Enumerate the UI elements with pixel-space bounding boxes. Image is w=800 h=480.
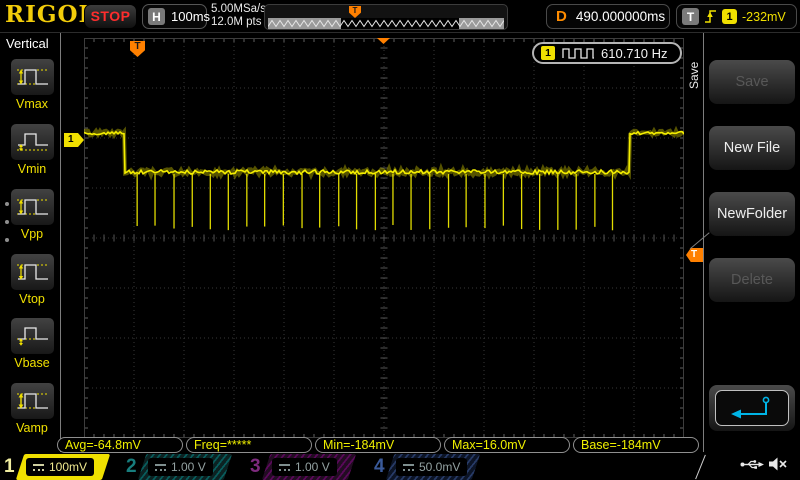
memory-depth: 12.0M pts [211, 16, 266, 29]
delay-readout-box: D 490.000000ms [546, 4, 670, 29]
channel2-scale-value: 1.00 V [171, 460, 206, 474]
vpp-icon [15, 195, 51, 219]
vmax-icon [15, 65, 51, 89]
trigger-source-badge: 1 [722, 9, 737, 24]
dc-coupling-icon [155, 464, 166, 471]
delay-value: 490.000000ms [576, 9, 665, 24]
right-menu-notch [690, 232, 711, 249]
vmin-icon [15, 130, 51, 154]
sample-rate: 5.00MSa/s [211, 3, 266, 16]
acquisition-info: 5.00MSa/s 12.0M pts [211, 3, 266, 29]
channel4-tab[interactable]: 4 [374, 454, 385, 480]
measurement-avg: Avg=-64.8mV [57, 437, 183, 453]
measurement-min: Min=-184mV [315, 437, 441, 453]
oscilloscope-screen: RIGOL STOP H 100ms 5.00MSa/s 12.0M pts T… [0, 0, 800, 480]
delay-icon: D [556, 8, 567, 25]
dc-coupling-icon [33, 464, 44, 471]
channel1-level-marker: 1 [64, 133, 84, 147]
menu-item-vamp-label: Vamp [0, 421, 64, 435]
menu-item-vpp-label: Vpp [0, 227, 64, 241]
vbase-icon [15, 324, 51, 348]
channel1-scale-value: 100mV [49, 460, 87, 474]
dc-coupling-icon [279, 464, 290, 471]
frequency-counter: 1 610.710 Hz [532, 42, 682, 64]
preview-trigger-marker: T [349, 6, 361, 18]
menu-item-vmax-label: Vmax [0, 97, 64, 111]
menu-item-vbase-label: Vbase [0, 356, 64, 370]
channel3-tab[interactable]: 3 [250, 454, 261, 480]
channel2-tab[interactable]: 2 [126, 454, 137, 480]
channel3-scale-value: 1.00 V [295, 460, 330, 474]
channel4-scale-value: 50.0mV [419, 460, 460, 474]
new-file-button[interactable]: New File [708, 125, 796, 171]
delete-button[interactable]: Delete [708, 257, 796, 303]
menu-item-vtop[interactable] [10, 253, 55, 291]
trigger-level-value: -232mV [742, 10, 786, 24]
trigger-icon: T [682, 8, 699, 25]
channel4-scale: 50.0mV [396, 458, 467, 476]
back-button[interactable] [708, 384, 796, 432]
right-menu-tab: Save [687, 44, 702, 106]
horizontal-timebase-box: H 100ms [142, 4, 207, 29]
speaker-muted-icon [767, 456, 789, 472]
square-wave-icon [561, 47, 595, 60]
channel1-scale: 100mV [26, 458, 94, 476]
dc-coupling-icon [403, 464, 414, 471]
run-state-indicator[interactable]: STOP [84, 4, 137, 29]
measurement-base: Base=-184mV [573, 437, 699, 453]
freq-counter-channel-badge: 1 [541, 46, 555, 60]
preview-wave-icon [268, 18, 504, 29]
menu-item-vmin-label: Vmin [0, 162, 64, 176]
status-divider [695, 455, 706, 479]
return-arrow-icon [715, 390, 789, 426]
menu-item-vbase[interactable] [10, 317, 55, 355]
channel1-waveform [84, 38, 684, 438]
vamp-icon [15, 389, 51, 413]
right-menu-border [703, 33, 704, 452]
menu-item-vamp[interactable] [10, 382, 55, 420]
menu-page-dot [5, 220, 9, 224]
menu-item-vmax[interactable] [10, 58, 55, 96]
rigol-logo: RIGOL [5, 1, 96, 28]
vtop-icon [15, 260, 51, 284]
left-menu-border [60, 33, 61, 452]
measurement-freq: Freq=***** [186, 437, 312, 453]
channel2-scale: 1.00 V [148, 458, 213, 476]
save-button[interactable]: Save [708, 59, 796, 105]
trigger-readout-box: T 1 -232mV [676, 4, 797, 29]
timebase-value: 100ms [171, 9, 210, 24]
left-menu-title: Vertical [6, 36, 49, 51]
menu-item-vpp[interactable] [10, 188, 55, 226]
waveform-preview-strip: T [264, 4, 508, 30]
freq-counter-value: 610.710 Hz [601, 46, 668, 61]
menu-item-vmin[interactable] [10, 123, 55, 161]
menu-page-dot [5, 202, 9, 206]
trigger-level-marker: T [686, 248, 703, 262]
channel3-scale: 1.00 V [272, 458, 337, 476]
topbar-divider [0, 32, 800, 33]
measurement-max: Max=16.0mV [444, 437, 570, 453]
new-folder-button[interactable]: NewFolder [708, 191, 796, 237]
menu-item-vtop-label: Vtop [0, 292, 64, 306]
horizontal-icon: H [148, 8, 165, 25]
channel1-tab[interactable]: 1 [4, 454, 15, 480]
rising-edge-icon [704, 8, 717, 25]
usb-icon [740, 457, 765, 472]
menu-page-dot [5, 238, 9, 242]
